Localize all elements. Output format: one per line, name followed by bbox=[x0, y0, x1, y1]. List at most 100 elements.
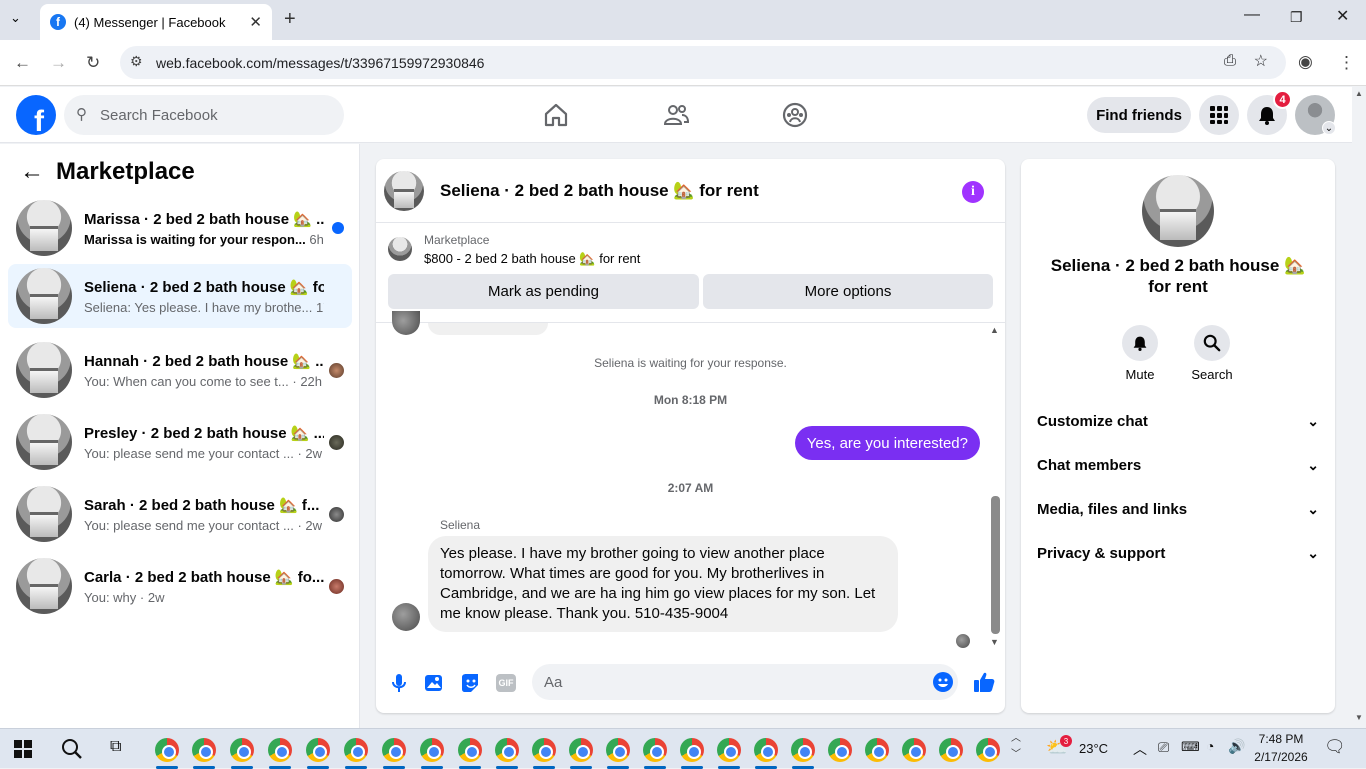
chrome-icon[interactable] bbox=[865, 738, 889, 762]
chat-title[interactable]: Seliena · 2 bed 2 bath house 🏡 for rent bbox=[440, 181, 759, 201]
back-icon[interactable]: ← bbox=[14, 53, 31, 73]
window-close-icon[interactable]: ✕ bbox=[1336, 6, 1349, 26]
conversation-time: 2w bbox=[305, 445, 323, 461]
new-tab-icon[interactable]: + bbox=[284, 8, 296, 31]
chrome-icon[interactable] bbox=[495, 738, 519, 762]
conversation-name: Presley · 2 bed 2 bath house 🏡 ... bbox=[84, 424, 324, 442]
chrome-icon[interactable] bbox=[458, 738, 482, 762]
taskbar-overflow-icon[interactable]: ︿ ﹀ bbox=[1011, 731, 1021, 763]
chrome-icon[interactable] bbox=[569, 738, 593, 762]
back-arrow-icon[interactable]: ← bbox=[20, 158, 44, 186]
temperature[interactable]: 23°C bbox=[1079, 741, 1108, 756]
wifi-icon[interactable]: ◔ bbox=[1206, 738, 1214, 754]
chrome-icon[interactable] bbox=[420, 738, 444, 762]
restore-icon[interactable]: ❐ bbox=[1290, 9, 1303, 26]
details-avatar[interactable] bbox=[1142, 175, 1214, 247]
minimize-icon[interactable]: — bbox=[1244, 6, 1260, 24]
page-scroll-up-icon[interactable]: ▲ bbox=[1355, 89, 1363, 98]
close-tab-icon[interactable]: ✕ bbox=[249, 13, 262, 31]
windows-start-icon[interactable] bbox=[14, 740, 32, 758]
listing-thumbnail bbox=[16, 342, 72, 398]
chrome-icon[interactable] bbox=[976, 738, 1000, 762]
url-field[interactable]: ⚙ web.facebook.com/messages/t/3396715997… bbox=[120, 46, 1286, 79]
notification-center-icon[interactable]: 🗨 bbox=[1324, 737, 1346, 757]
input-method-icon[interactable]: ⌨ bbox=[1181, 739, 1200, 755]
listing-title[interactable]: $800 - 2 bed 2 bath house 🏡 for rent bbox=[424, 251, 640, 267]
forward-icon[interactable]: → bbox=[50, 53, 67, 73]
conversation-item-hannah[interactable]: Hannah · 2 bed 2 bath house 🏡 ... You: W… bbox=[8, 338, 352, 402]
home-icon[interactable] bbox=[542, 101, 570, 129]
conversation-item-marissa[interactable]: Marissa · 2 bed 2 bath house 🏡 ... Maris… bbox=[8, 196, 352, 260]
browser-menu-icon[interactable]: ⋮ bbox=[1338, 53, 1355, 73]
message-input[interactable]: Aa bbox=[532, 664, 958, 700]
chrome-icon[interactable] bbox=[192, 738, 216, 762]
chat-scrollbar-thumb[interactable] bbox=[991, 496, 1000, 634]
site-info-icon[interactable]: ⚙ bbox=[130, 53, 143, 70]
privacy-support-section[interactable]: Privacy & support ⌄ bbox=[1037, 533, 1319, 573]
clock-time[interactable]: 7:48 PM bbox=[1256, 732, 1306, 746]
groups-icon[interactable] bbox=[781, 101, 809, 129]
chrome-icon[interactable] bbox=[754, 738, 778, 762]
mute-button[interactable]: Mute bbox=[1110, 325, 1170, 382]
page-scrollbar[interactable]: ▲ ▼ bbox=[1352, 87, 1366, 728]
tab-list-chevron-icon[interactable]: ⌄ bbox=[10, 10, 21, 26]
thumbs-up-icon[interactable] bbox=[972, 670, 996, 694]
page-scroll-down-icon[interactable]: ▼ bbox=[1355, 713, 1363, 722]
task-view-icon[interactable]: ⧉ bbox=[110, 738, 121, 756]
microphone-icon[interactable] bbox=[388, 672, 410, 694]
chrome-icon[interactable] bbox=[606, 738, 630, 762]
photo-icon[interactable] bbox=[423, 672, 445, 694]
friends-icon[interactable] bbox=[662, 101, 690, 129]
meet-now-icon[interactable]: ⎚ bbox=[1158, 739, 1169, 756]
chrome-icon[interactable] bbox=[902, 738, 926, 762]
mark-as-pending-button[interactable]: Mark as pending bbox=[388, 274, 699, 309]
scroll-down-icon[interactable]: ▼ bbox=[990, 637, 999, 647]
emoji-icon[interactable] bbox=[932, 671, 954, 693]
chrome-icon[interactable] bbox=[382, 738, 406, 762]
scroll-up-icon[interactable]: ▲ bbox=[990, 325, 999, 335]
conversation-item-seliena[interactable]: Seliena · 2 bed 2 bath house 🏡 fo... Sel… bbox=[8, 264, 352, 328]
incoming-message[interactable]: Yes please. I have my brother going to v… bbox=[428, 536, 898, 632]
find-friends-button[interactable]: Find friends bbox=[1087, 97, 1191, 133]
taskbar-search-icon[interactable] bbox=[61, 738, 83, 760]
chrome-icon[interactable] bbox=[268, 738, 292, 762]
bookmark-star-icon[interactable]: ☆ bbox=[1254, 51, 1268, 71]
chrome-icon[interactable] bbox=[828, 738, 852, 762]
media-files-links-section[interactable]: Media, files and links ⌄ bbox=[1037, 489, 1319, 529]
chrome-icon[interactable] bbox=[643, 738, 667, 762]
install-app-icon[interactable]: ⎙ bbox=[1224, 52, 1236, 69]
sticker-icon[interactable] bbox=[459, 672, 481, 694]
conversation-item-sarah[interactable]: Sarah · 2 bed 2 bath house 🏡 f... You: p… bbox=[8, 482, 352, 546]
customize-chat-section[interactable]: Customize chat ⌄ bbox=[1037, 401, 1319, 441]
clock-date[interactable]: 2/17/2026 bbox=[1253, 750, 1309, 764]
conversation-item-carla[interactable]: Carla · 2 bed 2 bath house 🏡 fo... You: … bbox=[8, 554, 352, 618]
gif-icon[interactable]: GIF bbox=[496, 674, 516, 692]
chrome-icon[interactable] bbox=[680, 738, 704, 762]
search-facebook-input[interactable]: ⚲ Search Facebook bbox=[64, 95, 344, 135]
browser-tab[interactable]: f (4) Messenger | Facebook ✕ bbox=[40, 4, 272, 40]
chrome-icon[interactable] bbox=[230, 738, 254, 762]
reload-icon[interactable]: ↻ bbox=[86, 53, 100, 73]
volume-icon[interactable]: 🔊 bbox=[1228, 738, 1245, 755]
search-conversation-button[interactable]: Search bbox=[1182, 325, 1242, 382]
chrome-icon[interactable] bbox=[939, 738, 963, 762]
profile-icon[interactable]: ◉ bbox=[1298, 52, 1313, 72]
chat-members-section[interactable]: Chat members ⌄ bbox=[1037, 445, 1319, 485]
chrome-icon[interactable] bbox=[791, 738, 815, 762]
chat-avatar[interactable] bbox=[384, 171, 424, 211]
menu-grid-button[interactable] bbox=[1199, 95, 1239, 135]
chrome-icon[interactable] bbox=[532, 738, 556, 762]
conversation-item-presley[interactable]: Presley · 2 bed 2 bath house 🏡 ... You: … bbox=[8, 410, 352, 474]
account-chevron-icon[interactable]: ⌄ bbox=[1322, 121, 1336, 135]
chrome-icon[interactable] bbox=[155, 738, 179, 762]
more-options-button[interactable]: More options bbox=[703, 274, 993, 309]
chrome-icon[interactable] bbox=[344, 738, 368, 762]
outgoing-message[interactable]: Yes, are you interested? bbox=[794, 426, 980, 460]
chrome-icon[interactable] bbox=[717, 738, 741, 762]
seen-avatar bbox=[956, 634, 970, 648]
chrome-icon[interactable] bbox=[306, 738, 330, 762]
facebook-logo-icon[interactable]: f bbox=[16, 95, 56, 135]
info-icon[interactable]: i bbox=[962, 181, 984, 203]
tray-chevron-icon[interactable]: ︿ bbox=[1133, 739, 1147, 759]
details-title: Seliena · 2 bed 2 bath house 🏡 for rent bbox=[1050, 256, 1306, 296]
